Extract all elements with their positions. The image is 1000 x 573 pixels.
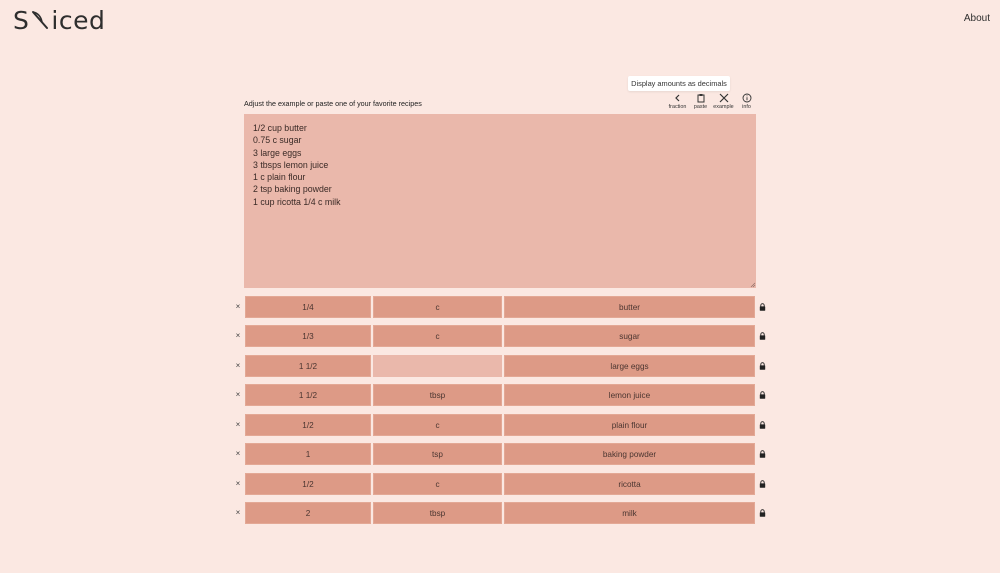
lock-icon[interactable] bbox=[759, 421, 766, 429]
ingredient-row: × 1/2 c plain flour bbox=[232, 413, 772, 437]
ingredient-row: × 1/2 c ricotta bbox=[232, 472, 772, 496]
amount-field[interactable]: 2 bbox=[245, 502, 371, 524]
unit-field[interactable]: tbsp bbox=[373, 384, 502, 406]
amount-field[interactable]: 1/2 bbox=[245, 414, 371, 436]
recipe-toolbar: fraction paste example info bbox=[666, 93, 758, 110]
paste-label: paste bbox=[693, 104, 708, 110]
amount-field[interactable]: 1/4 bbox=[245, 296, 371, 318]
ingredient-field[interactable]: large eggs bbox=[504, 355, 755, 377]
clipboard-icon bbox=[697, 94, 704, 103]
remove-ingredient-button[interactable]: × bbox=[234, 420, 242, 429]
amount-field[interactable]: 1/3 bbox=[245, 325, 371, 347]
lock-icon[interactable] bbox=[759, 391, 766, 399]
logo-text-start: S bbox=[13, 5, 30, 35]
unit-field[interactable] bbox=[373, 355, 502, 377]
instructions-text: Adjust the example or paste one of your … bbox=[244, 99, 422, 108]
remove-ingredient-button[interactable]: × bbox=[234, 331, 242, 340]
logo-text-end: iced bbox=[51, 5, 106, 35]
chevron-left-icon bbox=[674, 94, 679, 102]
ingredient-field[interactable]: lemon juice bbox=[504, 384, 755, 406]
lock-icon[interactable] bbox=[759, 332, 766, 340]
remove-ingredient-button[interactable]: × bbox=[234, 449, 242, 458]
amount-field[interactable]: 1 1/2 bbox=[245, 384, 371, 406]
paste-button[interactable]: paste bbox=[689, 93, 712, 110]
remove-ingredient-button[interactable]: × bbox=[234, 390, 242, 399]
logo[interactable]: S iced bbox=[13, 5, 105, 35]
info-button[interactable]: info bbox=[735, 93, 758, 110]
ingredient-field[interactable]: sugar bbox=[504, 325, 755, 347]
fraction-button[interactable]: fraction bbox=[666, 93, 689, 110]
ingredient-field[interactable]: baking powder bbox=[504, 443, 755, 465]
example-label: example bbox=[713, 104, 734, 110]
unit-field[interactable]: c bbox=[373, 296, 502, 318]
ingredient-field[interactable]: milk bbox=[504, 502, 755, 524]
info-icon bbox=[742, 93, 751, 103]
lock-icon[interactable] bbox=[759, 362, 766, 370]
lock-icon[interactable] bbox=[759, 303, 766, 311]
recipe-textarea[interactable]: 1/2 cup butter 0.75 c sugar 3 large eggs… bbox=[244, 114, 756, 288]
remove-ingredient-button[interactable]: × bbox=[234, 479, 242, 488]
ingredient-field[interactable]: plain flour bbox=[504, 414, 755, 436]
unit-field[interactable]: c bbox=[373, 325, 502, 347]
knife-icon bbox=[32, 11, 49, 29]
lock-icon[interactable] bbox=[759, 480, 766, 488]
amount-field[interactable]: 1 bbox=[245, 443, 371, 465]
ingredient-row: × 1 tsp baking powder bbox=[232, 442, 772, 466]
remove-ingredient-button[interactable]: × bbox=[234, 361, 242, 370]
ingredient-row: × 1 1/2 tbsp lemon juice bbox=[232, 383, 772, 407]
unit-field[interactable]: tbsp bbox=[373, 502, 502, 524]
fraction-label: fraction bbox=[668, 104, 687, 110]
ingredient-field[interactable]: butter bbox=[504, 296, 755, 318]
ingredient-row: × 1/3 c sugar bbox=[232, 324, 772, 348]
amount-field[interactable]: 1/2 bbox=[245, 473, 371, 495]
decimals-tooltip: Display amounts as decimals bbox=[628, 76, 730, 91]
ingredient-row: × 1/4 c butter bbox=[232, 295, 772, 319]
lock-icon[interactable] bbox=[759, 509, 766, 517]
ingredient-row: × 1 1/2 large eggs bbox=[232, 354, 772, 378]
amount-field[interactable]: 1 1/2 bbox=[245, 355, 371, 377]
ingredient-row: × 2 tbsp milk bbox=[232, 501, 772, 525]
lock-icon[interactable] bbox=[759, 450, 766, 458]
example-button[interactable]: example bbox=[712, 93, 735, 110]
unit-field[interactable]: c bbox=[373, 473, 502, 495]
info-label: info bbox=[742, 104, 751, 110]
remove-ingredient-button[interactable]: × bbox=[234, 302, 242, 311]
unit-field[interactable]: tsp bbox=[373, 443, 502, 465]
resize-grip-icon[interactable] bbox=[750, 282, 756, 288]
remove-ingredient-button[interactable]: × bbox=[234, 508, 242, 517]
unit-field[interactable]: c bbox=[373, 414, 502, 436]
close-icon bbox=[719, 93, 728, 103]
about-link[interactable]: About bbox=[964, 13, 990, 24]
ingredient-field[interactable]: ricotta bbox=[504, 473, 755, 495]
